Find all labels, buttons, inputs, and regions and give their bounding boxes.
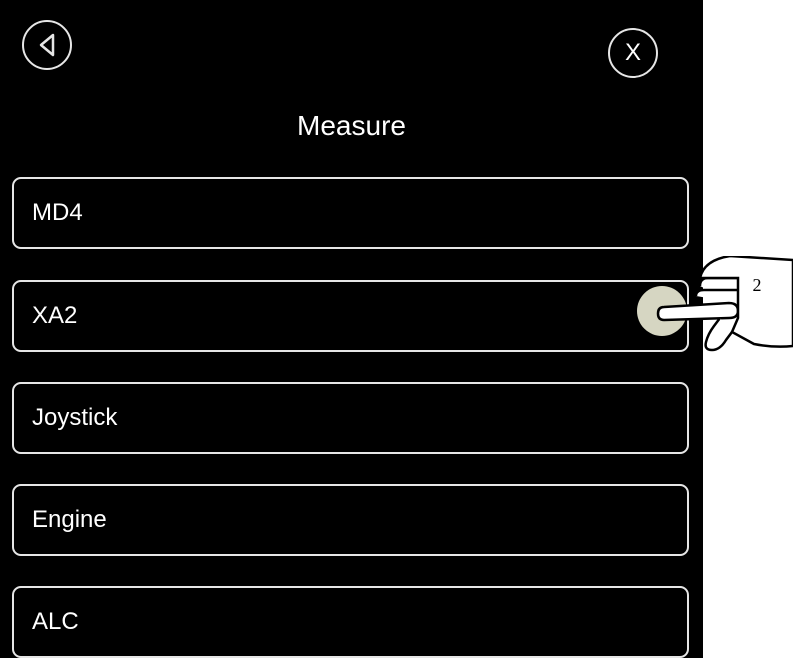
back-triangle-icon	[39, 33, 55, 57]
menu-item-label: Joystick	[32, 404, 118, 431]
menu-item-md4[interactable]: MD4	[12, 177, 689, 249]
close-icon: X	[624, 39, 641, 66]
menu-item-label: XA2	[32, 302, 78, 329]
menu-item-label: ALC	[32, 608, 79, 635]
menu-item-joystick[interactable]: Joystick	[12, 382, 689, 454]
menu-item-label: MD4	[32, 199, 83, 226]
menu-item-xa2[interactable]: XA2	[12, 280, 689, 352]
back-button[interactable]	[22, 20, 72, 70]
menu-item-alc[interactable]: ALC	[12, 586, 689, 658]
measure-screen: X Measure MD4 XA2 Joystick Engine ALC	[0, 0, 703, 658]
close-button[interactable]: X	[608, 28, 658, 78]
menu-item-label: Engine	[32, 506, 107, 533]
menu-item-engine[interactable]: Engine	[12, 484, 689, 556]
step-number-badge: 2	[742, 270, 772, 300]
page-title: Measure	[297, 110, 406, 141]
